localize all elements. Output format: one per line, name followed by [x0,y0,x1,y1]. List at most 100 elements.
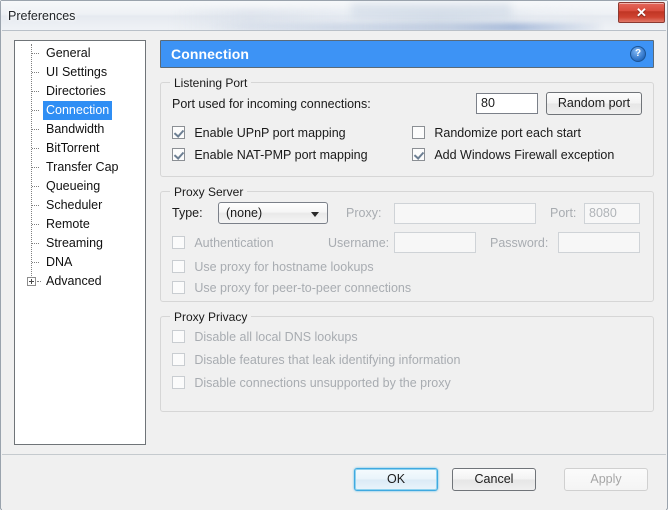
proxy-auth-label: Authentication [194,235,274,250]
disable-dns-checkbox[interactable] [172,330,185,344]
sidebar-item-transfer-cap[interactable]: Transfer Cap [15,158,145,177]
proxy-host-input[interactable] [394,203,536,224]
proxy-auth-checkbox[interactable] [172,236,185,250]
upnp-checkbox[interactable] [172,126,185,140]
sidebar-item-label: BitTorrent [46,141,100,155]
sidebar-item-remote[interactable]: Remote [15,215,145,234]
proxy-password-input[interactable] [558,232,640,253]
upnp-label: Enable UPnP port mapping [194,125,346,140]
tree-elbow-line [32,72,39,73]
tree-elbow-line [32,91,39,92]
proxy-server-legend: Proxy Server [170,185,248,199]
sidebar-item-general[interactable]: General [15,44,145,63]
proxy-port-input[interactable]: 8080 [584,203,640,224]
expand-icon[interactable] [27,277,36,286]
proxy-privacy-group: Proxy Privacy Disable all local DNS look… [160,310,654,412]
proxy-p2p-checkbox-wrap[interactable]: Use proxy for peer-to-peer connections [172,280,411,295]
proxy-auth-checkbox-wrap[interactable]: Authentication [172,235,274,250]
disable-leak-label: Disable features that leak identifying i… [194,352,461,367]
sidebar-item-label: Advanced [46,274,102,288]
disable-unsupported-checkbox-wrap[interactable]: Disable connections unsupported by the p… [172,375,451,390]
sidebar-item-label: UI Settings [46,65,108,79]
tree-elbow-line [32,129,39,130]
sidebar-item-label: DNA [46,255,73,269]
firewall-exception-checkbox-wrap[interactable]: Add Windows Firewall exception [412,147,614,162]
randomize-port-checkbox-wrap[interactable]: Randomize port each start [412,125,581,140]
sidebar-item-queueing[interactable]: Queueing [15,177,145,196]
sidebar-item-label: Scheduler [46,198,103,212]
proxy-type-label: Type: [172,206,203,220]
tree-elbow-line [37,281,41,282]
proxy-p2p-label: Use proxy for peer-to-peer connections [194,280,412,295]
sidebar-item-bandwidth[interactable]: Bandwidth [15,120,145,139]
disable-leak-checkbox-wrap[interactable]: Disable features that leak identifying i… [172,352,460,367]
tree-elbow-line [32,167,39,168]
disable-leak-checkbox[interactable] [172,353,185,367]
proxy-privacy-legend: Proxy Privacy [170,310,252,324]
disable-dns-checkbox-wrap[interactable]: Disable all local DNS lookups [172,329,358,344]
sidebar-item-label: Transfer Cap [46,160,119,174]
cancel-button[interactable]: Cancel [452,468,536,491]
disable-leak-row: Disable features that leak identifying i… [172,350,642,373]
ok-button[interactable]: OK [354,468,438,491]
disable-dns-label: Disable all local DNS lookups [194,329,358,344]
sidebar-item-dna[interactable]: DNA [15,253,145,272]
natpmp-label: Enable NAT-PMP port mapping [194,147,368,162]
sidebar-item-advanced[interactable]: Advanced [15,272,145,291]
tree-elbow-line [32,224,39,225]
firewall-exception-checkbox[interactable] [412,148,425,162]
sidebar-item-directories[interactable]: Directories [15,82,145,101]
sidebar-item-scheduler[interactable]: Scheduler [15,196,145,215]
apply-button[interactable]: Apply [564,468,648,491]
randomize-port-checkbox[interactable] [412,126,425,140]
natpmp-checkbox[interactable] [172,148,185,162]
titlebar-glass-blur-bottom [211,23,601,30]
help-icon[interactable]: ? [630,46,646,62]
proxy-server-group: Proxy Server Type: (none) Proxy: Port: 8… [160,185,654,302]
tree-elbow-line [32,110,39,111]
tree-elbow-line [32,53,39,54]
disable-unsupported-row: Disable connections unsupported by the p… [172,373,642,396]
proxy-hostname-checkbox[interactable] [172,260,185,274]
proxy-type-row: Type: (none) Proxy: Port: 8080 [172,202,642,230]
proxy-port-label: Port: [550,206,577,220]
help-icon-glyph: ? [634,48,642,59]
proxy-p2p-checkbox[interactable] [172,281,185,295]
sidebar-item-streaming[interactable]: Streaming [15,234,145,253]
random-port-button[interactable]: Random port [546,92,642,115]
tree-elbow-line [32,262,39,263]
tree-elbow-line [32,186,39,187]
proxy-username-input[interactable] [394,232,476,253]
title-bar: Preferences ✕ [1,1,667,30]
sidebar-item-connection[interactable]: Connection [15,101,145,120]
randomize-port-label: Randomize port each start [434,125,581,140]
tree-elbow-line [32,243,39,244]
port-input[interactable]: 80 [476,93,538,114]
page-title: Connection [171,46,249,62]
tree-elbow-line [32,148,39,149]
proxy-type-select[interactable]: (none) [218,202,328,224]
page-header: Connection ? [160,40,654,68]
chevron-down-icon [311,212,319,217]
dialog-client-area: General UI Settings Directories Connection B… [2,30,666,510]
close-window-button[interactable]: ✕ [618,2,665,23]
tree-elbow-line [32,205,39,206]
sidebar-item-label: Streaming [46,236,103,250]
titlebar-glass-blur-secondary [351,3,511,19]
proxy-type-selected-value: (none) [226,206,263,220]
sidebar-item-bittorrent[interactable]: BitTorrent [15,139,145,158]
natpmp-firewall-row: Enable NAT-PMP port mapping Add Windows … [172,145,642,167]
proxy-hostname-checkbox-wrap[interactable]: Use proxy for hostname lookups [172,259,374,274]
natpmp-checkbox-wrap[interactable]: Enable NAT-PMP port mapping [172,147,368,162]
preferences-window: Preferences ✕ General UI Settings Director… [0,0,668,510]
upnp-randomize-row: Enable UPnP port mapping Randomize port … [172,123,642,145]
sidebar-item-ui-settings[interactable]: UI Settings [15,63,145,82]
firewall-exception-label: Add Windows Firewall exception [434,147,615,162]
proxy-hostname-row: Use proxy for hostname lookups [172,256,642,277]
proxy-p2p-row: Use proxy for peer-to-peer connections [172,277,642,298]
settings-category-tree[interactable]: General UI Settings Directories Connection B… [14,40,146,445]
upnp-checkbox-wrap[interactable]: Enable UPnP port mapping [172,125,346,140]
disable-unsupported-checkbox[interactable] [172,376,185,390]
proxy-password-label: Password: [490,236,549,250]
sidebar-item-label: Queueing [46,179,101,193]
